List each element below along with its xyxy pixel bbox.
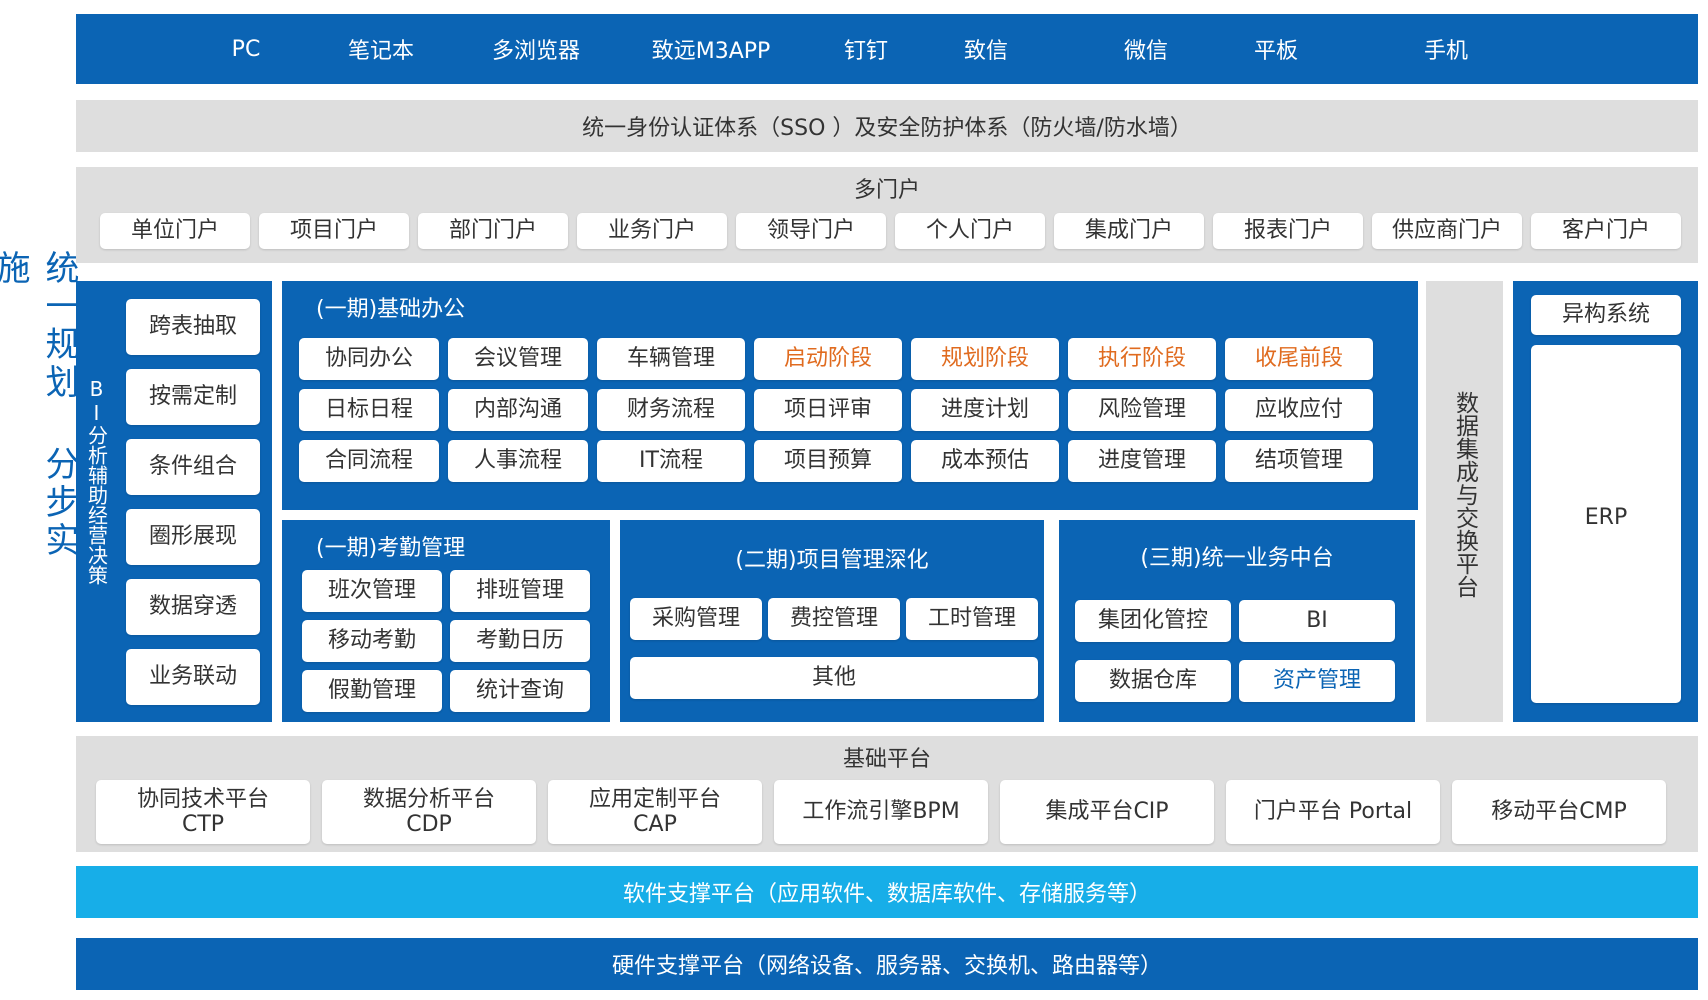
device-laptop: 笔记本 <box>347 39 414 64</box>
portal-integration[interactable]: 集成门户 <box>1054 213 1204 249</box>
attendance-shift[interactable]: 班次管理 <box>302 570 442 612</box>
device-pc: PC <box>231 36 261 62</box>
portals-section: 多门户 单位门户 项目门户 部门门户 业务门户 领导门户 个人门户 集成门户 报… <box>76 167 1698 263</box>
project-cost-estimate[interactable]: 成本预估 <box>911 440 1059 482</box>
phase-plan[interactable]: 规划阶段 <box>911 338 1059 380</box>
base-platform-section: 基础平台 协同技术平台 CTP 数据分析平台 CDP 应用定制平台 CAP 工作… <box>76 736 1698 852</box>
pm-other[interactable]: 其他 <box>630 657 1038 699</box>
portal-customer[interactable]: 客户门户 <box>1531 213 1681 249</box>
office-hr-flow[interactable]: 人事流程 <box>448 440 588 482</box>
phase-close[interactable]: 收尾前段 <box>1225 338 1373 380</box>
attendance-stats[interactable]: 统计查询 <box>450 670 590 712</box>
bc-data-warehouse[interactable]: 数据仓库 <box>1075 660 1231 702</box>
office-schedule[interactable]: 日标日程 <box>299 389 439 431</box>
portals-title: 多门户 <box>853 178 920 203</box>
project-schedule-plan[interactable]: 进度计划 <box>911 389 1059 431</box>
attendance-roster[interactable]: 排班管理 <box>450 570 590 612</box>
bi-item-linkage[interactable]: 业务联动 <box>126 649 260 705</box>
bi-item-custom[interactable]: 按需定制 <box>126 369 260 425</box>
project-mgmt-panel: (二期)项目管理深化 采购管理 费控管理 工时管理 其他 <box>620 520 1044 722</box>
project-receivable[interactable]: 应收应付 <box>1225 389 1373 431</box>
device-browsers: 多浏览器 <box>491 39 580 64</box>
portal-department[interactable]: 部门门户 <box>418 213 568 249</box>
device-phone: 手机 <box>1423 39 1468 64</box>
sso-bar: 统一身份认证体系（SSO ）及安全防护体系（防火墙/防水墙） <box>76 100 1698 152</box>
attendance-leave[interactable]: 假勤管理 <box>302 670 442 712</box>
bi-item-display[interactable]: 圈形展现 <box>126 509 260 565</box>
office-finance-flow[interactable]: 财务流程 <box>597 389 745 431</box>
phase-execute[interactable]: 执行阶段 <box>1068 338 1216 380</box>
portal-personal[interactable]: 个人门户 <box>895 213 1045 249</box>
portal-report[interactable]: 报表门户 <box>1213 213 1363 249</box>
office-it-flow[interactable]: IT流程 <box>597 440 745 482</box>
office-collab[interactable]: 协同办公 <box>299 338 439 380</box>
bc-asset[interactable]: 资产管理 <box>1239 660 1395 702</box>
data-integration-label: 数据集成与交换平台 <box>1451 391 1478 598</box>
hetero-panel: 异构系统 ERP <box>1513 281 1698 722</box>
pm-purchase[interactable]: 采购管理 <box>630 598 762 640</box>
portal-supplier[interactable]: 供应商门户 <box>1372 213 1522 249</box>
platform-cdp[interactable]: 数据分析平台 CDP <box>322 780 536 844</box>
pm-worktime[interactable]: 工时管理 <box>906 598 1038 640</box>
project-progress[interactable]: 进度管理 <box>1068 440 1216 482</box>
platform-cmp[interactable]: 移动平台CMP <box>1452 780 1666 844</box>
attendance-title: (一期)考勤管理 <box>316 536 466 561</box>
device-m3app: 致远M3APP <box>651 39 771 64</box>
hardware-platform-label: 硬件支撑平台（网络设备、服务器、交换机、路由器等） <box>611 954 1162 979</box>
office-meeting[interactable]: 会议管理 <box>448 338 588 380</box>
device-dingtalk: 钉钉 <box>843 39 888 64</box>
bc-bi[interactable]: BI <box>1239 600 1395 642</box>
bi-item-drilldown[interactable]: 数据穿透 <box>126 579 260 635</box>
bc-group-control[interactable]: 集团化管控 <box>1075 600 1231 642</box>
basic-office-title: (一期)基础办公 <box>316 297 466 322</box>
basic-office-panel: (一期)基础办公 协同办公 会议管理 车辆管理 启动阶段 规划阶段 执行阶段 收… <box>282 281 1418 510</box>
platform-ctp[interactable]: 协同技术平台 CTP <box>96 780 310 844</box>
project-closing[interactable]: 结项管理 <box>1225 440 1373 482</box>
devices-bar: PC 笔记本 多浏览器 致远M3APP 钉钉 致信 微信 平板 手机 <box>76 14 1698 84</box>
bi-title: BI分析辅助经营决策 <box>84 377 109 585</box>
device-wechat: 微信 <box>1123 39 1168 64</box>
software-platform-bar: 软件支撑平台（应用软件、数据库软件、存储服务等） <box>76 866 1698 918</box>
project-budget[interactable]: 项目预算 <box>754 440 902 482</box>
portal-business[interactable]: 业务门户 <box>577 213 727 249</box>
software-platform-label: 软件支撑平台（应用软件、数据库软件、存储服务等） <box>622 882 1151 907</box>
attendance-panel: (一期)考勤管理 班次管理 排班管理 移动考勤 考勤日历 假勤管理 统计查询 <box>282 520 610 722</box>
sso-label: 统一身份认证体系（SSO ）及安全防护体系（防火墙/防水墙） <box>582 116 1192 141</box>
data-integration-panel: 数据集成与交换平台 <box>1426 281 1503 722</box>
project-mgmt-title: (二期)项目管理深化 <box>735 548 929 573</box>
side-title: 统一规划 分步实施 <box>0 250 79 560</box>
bi-panel: BI分析辅助经营决策 跨表抽取 按需定制 条件组合 圈形展现 数据穿透 业务联动 <box>76 281 272 722</box>
platform-portal[interactable]: 门户平台 Portal <box>1226 780 1440 844</box>
office-vehicle[interactable]: 车辆管理 <box>597 338 745 380</box>
portal-unit[interactable]: 单位门户 <box>100 213 250 249</box>
business-center-title: (三期)统一业务中台 <box>1140 546 1334 571</box>
platform-cap[interactable]: 应用定制平台 CAP <box>548 780 762 844</box>
device-tablet: 平板 <box>1253 39 1298 64</box>
pm-expense[interactable]: 费控管理 <box>768 598 900 640</box>
office-contract-flow[interactable]: 合同流程 <box>299 440 439 482</box>
hetero-title: 异构系统 <box>1531 295 1681 335</box>
office-internal-comm[interactable]: 内部沟通 <box>448 389 588 431</box>
portal-project[interactable]: 项目门户 <box>259 213 409 249</box>
attendance-mobile[interactable]: 移动考勤 <box>302 620 442 662</box>
project-risk[interactable]: 风险管理 <box>1068 389 1216 431</box>
portal-leader[interactable]: 领导门户 <box>736 213 886 249</box>
platform-bpm[interactable]: 工作流引擎BPM <box>774 780 988 844</box>
erp-box[interactable]: ERP <box>1531 345 1681 703</box>
phase-start[interactable]: 启动阶段 <box>754 338 902 380</box>
device-zhixin: 致信 <box>963 39 1008 64</box>
project-review[interactable]: 项日评审 <box>754 389 902 431</box>
platform-cip[interactable]: 集成平台CIP <box>1000 780 1214 844</box>
attendance-calendar[interactable]: 考勤日历 <box>450 620 590 662</box>
business-center-panel: (三期)统一业务中台 集团化管控 BI 数据仓库 资产管理 <box>1059 520 1415 722</box>
bi-item-cross-table[interactable]: 跨表抽取 <box>126 299 260 355</box>
bi-item-condition[interactable]: 条件组合 <box>126 439 260 495</box>
base-platform-title: 基础平台 <box>842 747 931 772</box>
hardware-platform-bar: 硬件支撑平台（网络设备、服务器、交换机、路由器等） <box>76 938 1698 990</box>
